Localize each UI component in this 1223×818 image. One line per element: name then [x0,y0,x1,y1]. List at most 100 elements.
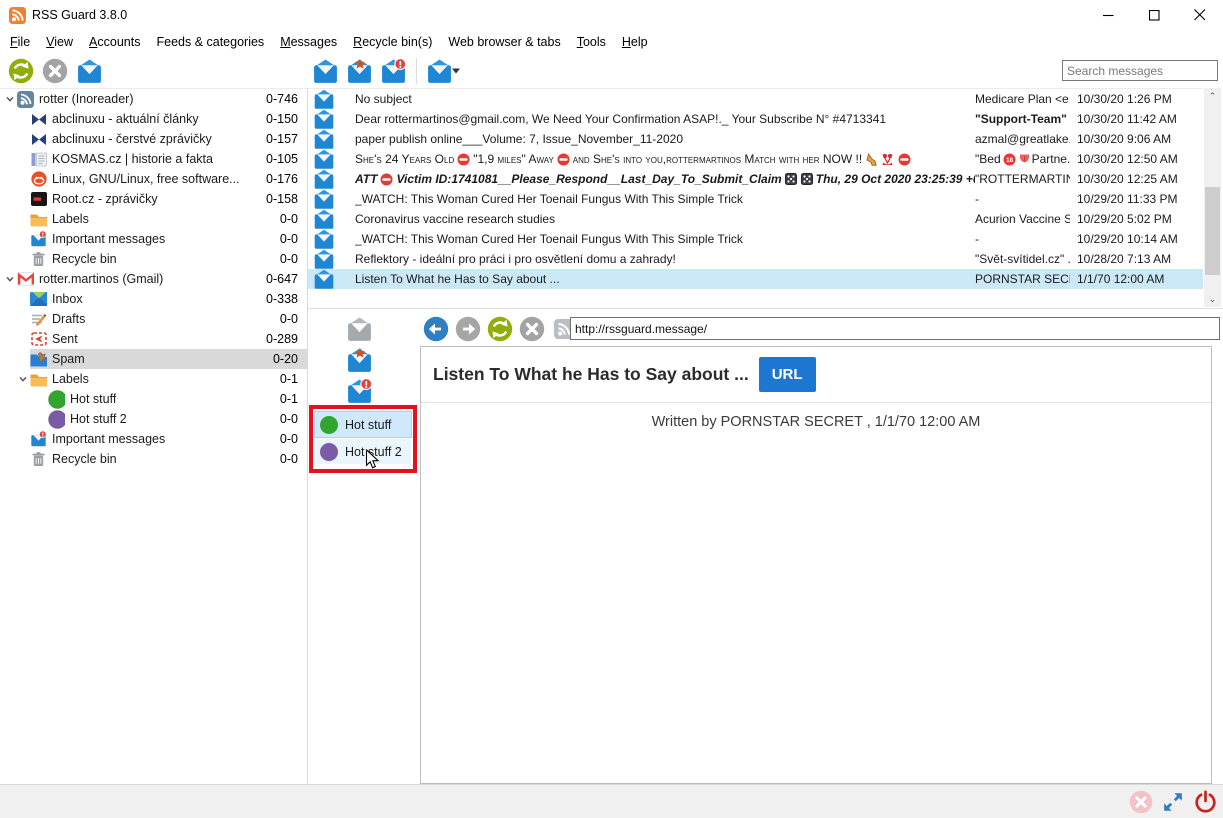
stop-button[interactable] [518,315,546,343]
expander-chevron-icon[interactable] [16,374,30,384]
scrollbar-thumb[interactable] [1205,187,1220,275]
app-rss-icon [9,7,26,24]
title-bar: RSS Guard 3.8.0 [0,0,1223,30]
message-subject: Reflektory - ideální pro práci i pro osv… [355,252,975,266]
feed-label: Linux, GNU/Linux, free software... [52,172,240,186]
mouse-cursor [365,449,380,475]
feed-row[interactable]: rotter.martinos (Gmail) 0-647 [0,269,307,289]
scroll-down-icon[interactable]: ⌄ [1204,291,1221,307]
article-url-button[interactable]: URL [759,357,816,392]
feed-row[interactable]: Drafts 0-0 [0,309,307,329]
message-row[interactable]: Coronavirus vaccine research studies Acu… [308,209,1203,229]
window-title: RSS Guard 3.8.0 [32,8,127,22]
important-icon [30,431,47,448]
message-date: 10/28/20 7:13 AM [1070,252,1171,266]
menu-bar: FileViewAccountsFeeds & categoriesMessag… [0,30,1223,54]
message-sender: "Svět-svítidel.cz" ... [975,252,1070,266]
feed-label: Spam [52,352,85,366]
feed-row[interactable]: Hot stuff 0-1 [0,389,307,409]
feed-label: abclinuxu - čerstvé zprávičky [52,132,212,146]
stop-update-button[interactable] [40,56,70,86]
feed-row[interactable]: Inbox 0-338 [0,289,307,309]
message-subject: Coronavirus vaccine research studies [355,212,975,226]
spam-icon [30,351,47,368]
feed-row[interactable]: Sent 0-289 [0,329,307,349]
message-subject: ATT Victim ID:1741081__Please_Respond__L… [355,172,975,186]
close-button[interactable] [1177,0,1223,30]
inbox-icon [30,291,47,308]
feed-row[interactable]: abclinuxu - aktuální články 0-150 [0,109,307,129]
label-menu-item[interactable]: Hot stuff 2 [315,439,411,464]
message-row[interactable]: _WATCH: This Woman Cured Her Toenail Fun… [308,189,1203,209]
menu-feeds-categories[interactable]: Feeds & categories [148,31,272,53]
message-subject: paper publish online___Volume: 7, Issue_… [355,132,975,146]
message-row[interactable]: Listen To What he Has to Say about ... P… [308,269,1203,289]
message-row[interactable]: No subject Medicare Plan <e... 10/30/20 … [308,89,1203,109]
toggle-important-button[interactable] [344,346,374,374]
feed-row[interactable]: KOSMAS.cz | historie a fakta 0-105 [0,149,307,169]
message-date: 10/29/20 10:14 AM [1070,232,1178,246]
expander-chevron-icon[interactable] [3,274,17,284]
toggle-read-button[interactable] [344,315,374,343]
menu-help[interactable]: Help [614,31,656,53]
reload-button[interactable] [486,315,514,343]
mark-unread-button[interactable] [378,56,408,86]
message-list: No subject Medicare Plan <e... 10/30/20 … [308,88,1203,308]
scroll-up-icon[interactable]: ⌃ [1204,88,1221,104]
quit-button[interactable] [1193,790,1217,814]
feed-row[interactable]: Spam 0-20 [0,349,307,369]
message-row[interactable]: ATT Victim ID:1741081__Please_Respond__L… [308,169,1203,189]
message-sender: - [975,232,1070,246]
minimize-button[interactable] [1085,0,1131,30]
feed-count: 0-0 [280,232,307,246]
maximize-button[interactable] [1131,0,1177,30]
emoji-icon [380,173,393,186]
menu-tools[interactable]: Tools [569,31,614,53]
feed-row[interactable]: Important messages 0-0 [0,429,307,449]
feed-row[interactable]: Hot stuff 2 0-0 [0,409,307,429]
feed-row[interactable]: Recycle bin 0-0 [0,249,307,269]
drafts-icon [30,311,47,328]
fullscreen-button[interactable] [1161,790,1185,814]
toggle-unread-button[interactable] [344,377,374,405]
message-sender: Medicare Plan <e... [975,92,1070,106]
sent-icon [30,331,47,348]
feed-row[interactable]: Labels 0-1 [0,369,307,389]
search-input[interactable] [1062,60,1218,81]
menu-file[interactable]: File [2,31,38,53]
menu-view[interactable]: View [38,31,81,53]
dropdown-caret-icon[interactable] [450,56,462,86]
message-list-scrollbar[interactable]: ⌃ ⌄ [1204,88,1221,307]
message-row[interactable]: Reflektory - ideální pro práci i pro osv… [308,249,1203,269]
update-feeds-button[interactable] [6,56,36,86]
mark-message-read-button[interactable] [310,56,340,86]
mark-feed-read-button[interactable] [74,56,104,86]
forward-button[interactable] [454,315,482,343]
menu-recycle-bin-s-[interactable]: Recycle bin(s) [345,31,440,53]
feed-label: Labels [52,372,89,386]
feed-row[interactable]: Labels 0-0 [0,209,307,229]
mark-important-button[interactable] [344,56,374,86]
feed-tree-panel: rotter (Inoreader) 0-746 abclinuxu - akt… [0,88,308,785]
menu-accounts[interactable]: Accounts [81,31,148,53]
feed-row[interactable]: Recycle bin 0-0 [0,449,307,469]
message-sender: Acurion Vaccine S... [975,212,1070,226]
message-row[interactable]: Dear rottermartinos@gmail.com, We Need Y… [308,109,1203,129]
feed-row[interactable]: Root.cz - zprávičky 0-158 [0,189,307,209]
expander-chevron-icon[interactable] [3,94,17,104]
feed-row[interactable]: rotter (Inoreader) 0-746 [0,89,307,109]
message-row[interactable]: She's 24 Years Old "1,9 miles" Away and … [308,149,1203,169]
message-row[interactable]: _WATCH: This Woman Cured Her Toenail Fun… [308,229,1203,249]
message-date: 10/30/20 1:26 PM [1070,92,1172,106]
message-row[interactable]: paper publish online___Volume: 7, Issue_… [308,129,1203,149]
menu-messages[interactable]: Messages [272,31,345,53]
article-byline: Written by PORNSTAR SECRET , 1/1/70 12:0… [421,403,1211,430]
label-menu-item[interactable]: Hot stuff [315,412,411,437]
feed-row[interactable]: Important messages 0-0 [0,229,307,249]
url-input[interactable] [570,317,1220,340]
message-date: 10/30/20 11:42 AM [1070,112,1177,126]
menu-web-browser-tabs[interactable]: Web browser & tabs [440,31,568,53]
feed-row[interactable]: Linux, GNU/Linux, free software... 0-176 [0,169,307,189]
back-button[interactable] [422,315,450,343]
feed-row[interactable]: abclinuxu - čerstvé zprávičky 0-157 [0,129,307,149]
